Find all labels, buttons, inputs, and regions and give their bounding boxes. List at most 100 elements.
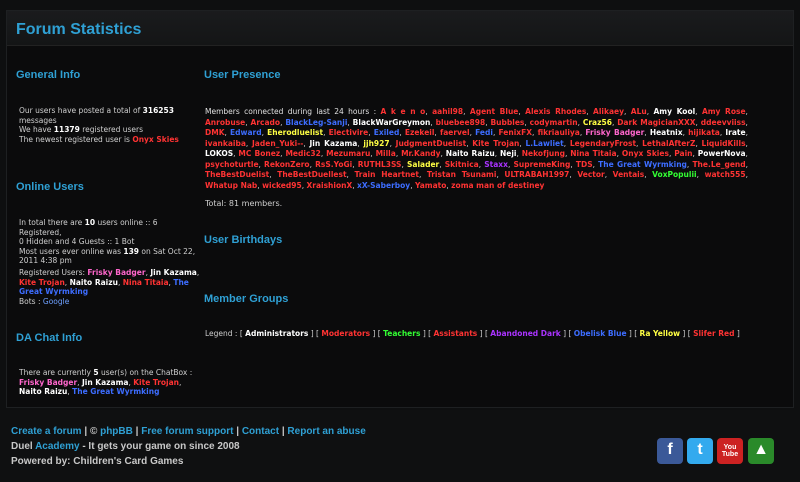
presence-user-link[interactable]: Salader <box>407 160 439 169</box>
newest-user-link[interactable]: Onyx Skies <box>132 135 179 144</box>
presence-user-link[interactable]: hijikata <box>688 128 720 137</box>
presence-user-link[interactable]: Jin Kazama <box>310 139 358 148</box>
online-user-link[interactable]: Frisky Badger <box>87 268 145 277</box>
presence-user-link[interactable]: Pain <box>674 149 692 158</box>
presence-user-link[interactable]: faervel <box>440 128 470 137</box>
presence-user-link[interactable]: ivankaiba <box>205 139 246 148</box>
presence-user-link[interactable]: Alikaey <box>593 107 624 116</box>
presence-user-link[interactable]: TDS <box>576 160 593 169</box>
presence-user-link[interactable]: JudgmentDuelist <box>396 139 467 148</box>
presence-user-link[interactable]: FenixFX <box>498 128 532 137</box>
presence-user-link[interactable]: Medic32 <box>285 149 320 158</box>
presence-user-link[interactable]: LethalAfterZ <box>642 139 695 148</box>
presence-user-link[interactable]: Ventais <box>613 170 645 179</box>
chat-user-link[interactable]: Naito Raizu <box>19 387 67 396</box>
facebook-icon[interactable]: f <box>657 438 683 464</box>
presence-user-link[interactable]: Heatnix <box>650 128 683 137</box>
presence-user-link[interactable]: Nina Titaia <box>570 149 616 158</box>
presence-user-link[interactable]: Ezekeil <box>405 128 435 137</box>
presence-user-link[interactable]: Exiled <box>374 128 400 137</box>
presence-user-link[interactable]: Vector <box>577 170 604 179</box>
presence-user-link[interactable]: Milla <box>376 149 396 158</box>
presence-user-link[interactable]: SupremeKing <box>513 160 570 169</box>
presence-user-link[interactable]: A k e n o <box>381 107 426 116</box>
game-icon[interactable]: ▲ <box>748 438 774 464</box>
presence-user-link[interactable]: Mezumaru <box>326 149 370 158</box>
presence-user-link[interactable]: Mr.Kandy <box>401 149 440 158</box>
legend-group-link[interactable]: Slifer Red <box>693 329 734 338</box>
presence-user-link[interactable]: Craz56 <box>583 118 612 127</box>
presence-user-link[interactable]: Anrobuse <box>205 118 245 127</box>
chat-user-link[interactable]: Frisky Badger <box>19 378 77 387</box>
presence-user-link[interactable]: watch555 <box>705 170 746 179</box>
legend-group-link[interactable]: Administrators <box>245 329 308 338</box>
presence-user-link[interactable]: wicked95 <box>262 181 302 190</box>
presence-user-link[interactable]: Arcado <box>251 118 281 127</box>
presence-user-link[interactable]: PowerNova <box>698 149 746 158</box>
presence-user-link[interactable]: xX-Saberboy <box>357 181 410 190</box>
legend-group-link[interactable]: Obelisk Blue <box>574 329 627 338</box>
presence-user-link[interactable]: BlackLeg-Sanji <box>285 118 347 127</box>
presence-user-link[interactable]: ddeevviiss <box>701 118 746 127</box>
presence-user-link[interactable]: zoma man of destiney <box>451 181 544 190</box>
presence-user-link[interactable]: Electivire <box>329 128 369 137</box>
presence-user-link[interactable]: TheBestDuelist <box>205 170 269 179</box>
presence-user-link[interactable]: fikriauliya <box>538 128 580 137</box>
presence-user-link[interactable]: Amy Kool <box>654 107 696 116</box>
presence-user-link[interactable]: Dark MagicianXXX <box>617 118 695 127</box>
presence-user-link[interactable]: Kite Trojan <box>472 139 519 148</box>
presence-user-link[interactable]: Jaden_Yuki-- <box>252 139 303 148</box>
presence-user-link[interactable]: Train Heartnet <box>354 170 418 179</box>
online-user-link[interactable]: Kite Trojan <box>19 278 65 287</box>
create-forum-link[interactable]: Create a forum <box>11 426 82 437</box>
presence-user-link[interactable]: DMK <box>205 128 225 137</box>
presence-user-link[interactable]: codymartin <box>530 118 578 127</box>
presence-user-link[interactable]: bluebee898 <box>436 118 486 127</box>
chat-user-link[interactable]: Kite Trojan <box>133 378 179 387</box>
presence-user-link[interactable]: RUTHL3SS <box>358 160 402 169</box>
presence-user-link[interactable]: Fedi <box>475 128 493 137</box>
free-support-link[interactable]: Free forum support <box>141 426 233 437</box>
presence-user-link[interactable]: Bubbles <box>490 118 524 127</box>
presence-user-link[interactable]: LOKOS <box>205 149 233 158</box>
presence-user-link[interactable]: Yamato <box>415 181 446 190</box>
presence-user-link[interactable]: The.Le_gend <box>692 160 745 169</box>
legend-group-link[interactable]: Assistants <box>433 329 477 338</box>
presence-user-link[interactable]: Nekofjung <box>522 149 565 158</box>
presence-user-link[interactable]: ALu <box>631 107 647 116</box>
twitter-icon[interactable]: t <box>687 438 713 464</box>
presence-user-link[interactable]: Staxx <box>484 160 508 169</box>
presence-user-link[interactable]: LegendaryFrost <box>570 139 636 148</box>
presence-user-link[interactable]: Tristan Tsunami <box>427 170 497 179</box>
presence-user-link[interactable]: jjh927 <box>363 139 389 148</box>
presence-user-link[interactable]: aahil98 <box>432 107 463 116</box>
youtube-icon[interactable]: You Tube <box>717 438 743 464</box>
online-user-link[interactable]: Nina Titaia <box>123 278 169 287</box>
chat-user-link[interactable]: Jin Kazama <box>82 378 129 387</box>
phpbb-link[interactable]: phpBB <box>100 426 133 437</box>
online-user-link[interactable]: Naito Raizu <box>70 278 118 287</box>
presence-user-link[interactable]: The Great Wyrmking <box>598 160 687 169</box>
presence-user-link[interactable]: Edward <box>230 128 262 137</box>
presence-user-link[interactable]: Naito Raizu <box>446 149 495 158</box>
presence-user-link[interactable]: BlackWarGreymon <box>353 118 431 127</box>
presence-user-link[interactable]: L.Lawliet <box>526 139 564 148</box>
report-abuse-link[interactable]: Report an abuse <box>287 426 365 437</box>
presence-user-link[interactable]: Onyx Skies <box>622 149 669 158</box>
academy-link[interactable]: Academy <box>35 441 79 452</box>
chat-user-link[interactable]: The Great Wyrmking <box>72 387 159 396</box>
presence-user-link[interactable]: XraishionX <box>306 181 352 190</box>
legend-group-link[interactable]: Ra Yellow <box>640 329 681 338</box>
legend-group-link[interactable]: Moderators <box>321 329 370 338</box>
presence-user-link[interactable]: RekonZero <box>264 160 310 169</box>
online-user-link[interactable]: Jin Kazama <box>150 268 197 277</box>
presence-user-link[interactable]: Amy Rose <box>702 107 746 116</box>
presence-user-link[interactable]: LiquidKills <box>702 139 746 148</box>
presence-user-link[interactable]: TheBestDuellest <box>277 170 346 179</box>
presence-user-link[interactable]: Neji <box>500 149 517 158</box>
legend-group-link[interactable]: Teachers <box>383 329 420 338</box>
legend-group-link[interactable]: Abandoned Dark <box>490 329 560 338</box>
presence-user-link[interactable]: Alexis Rhodes <box>525 107 586 116</box>
presence-user-link[interactable]: psychoturtle <box>205 160 259 169</box>
presence-user-link[interactable]: VoxPopulii <box>652 170 696 179</box>
